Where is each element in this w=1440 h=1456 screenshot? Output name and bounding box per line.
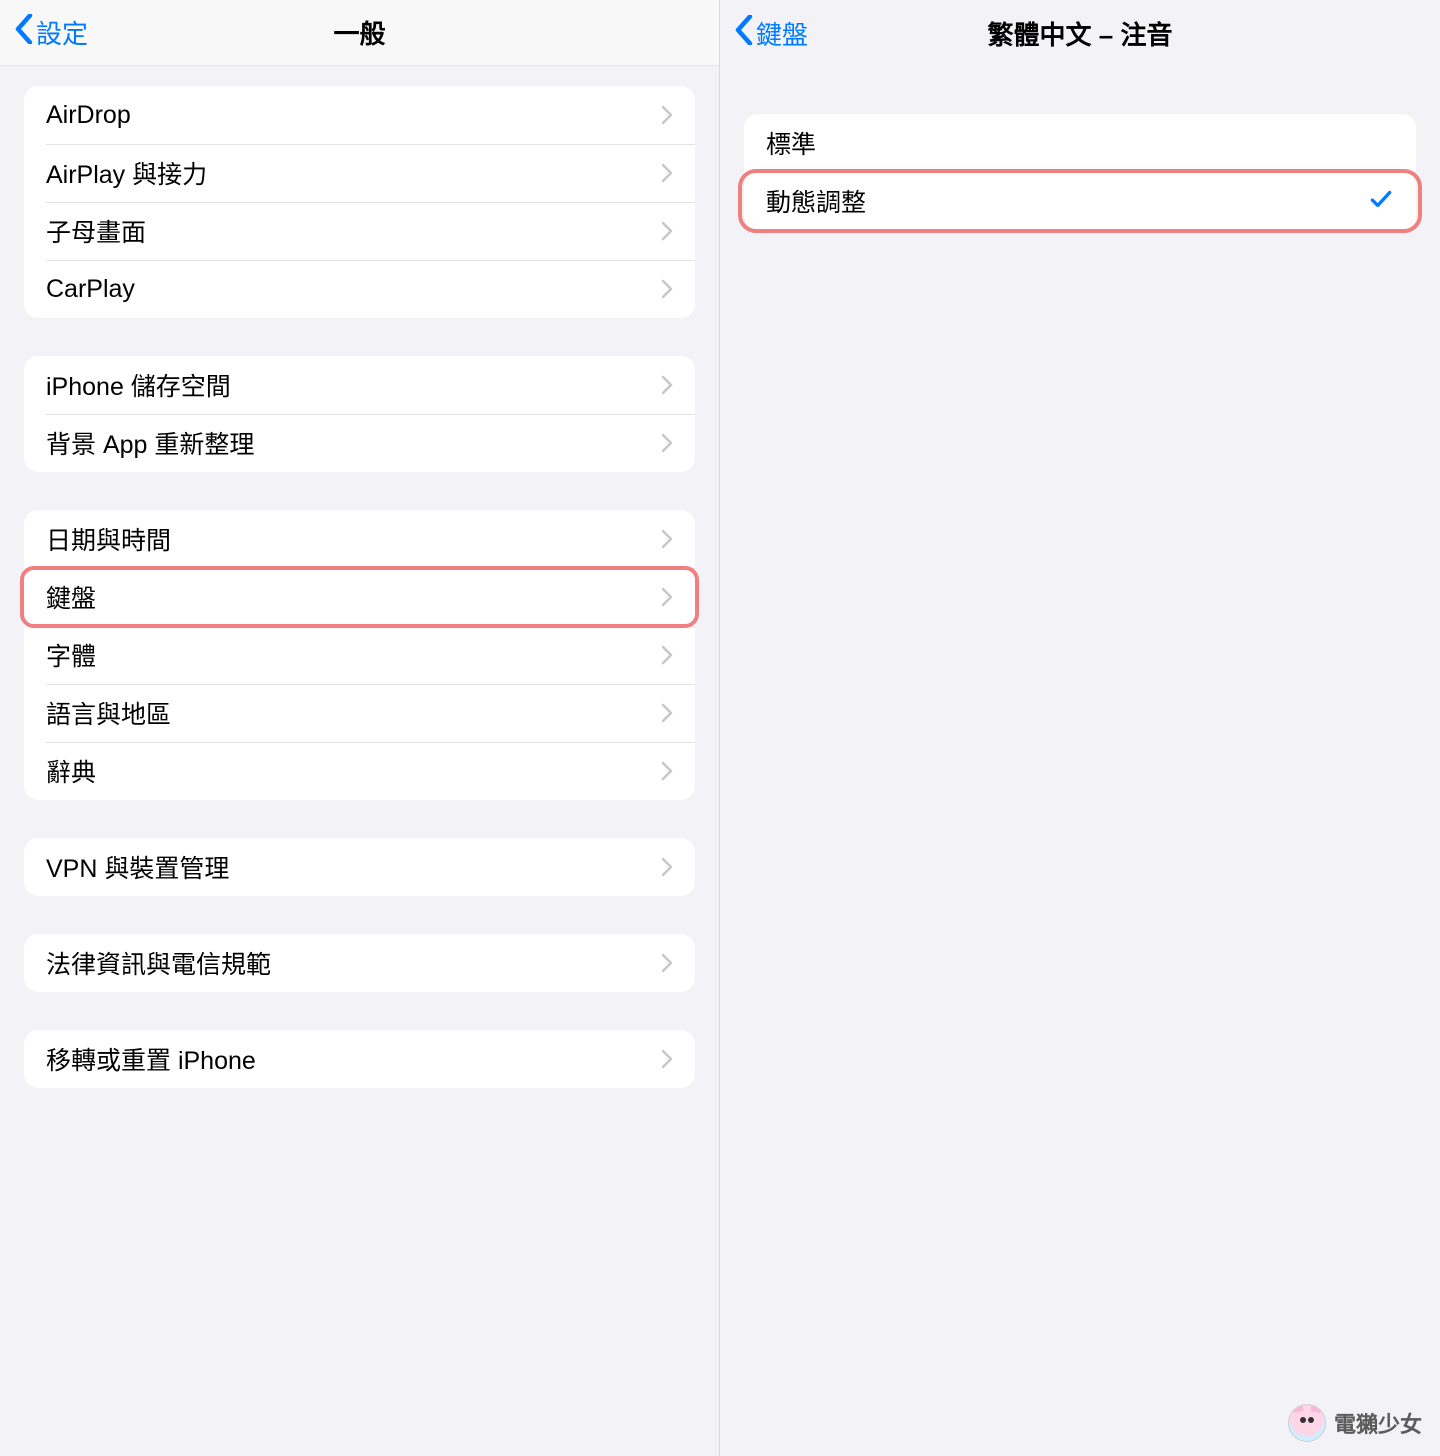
chevron-right-icon <box>661 529 673 549</box>
row-label: VPN 與裝置管理 <box>46 849 229 885</box>
row-transfer-reset[interactable]: 移轉或重置 iPhone <box>24 1030 695 1088</box>
nav-bar-right: 鍵盤 繁體中文 – 注音 <box>720 0 1440 66</box>
chevron-right-icon <box>661 279 673 299</box>
chevron-left-icon <box>734 15 754 52</box>
row-dynamic[interactable]: 動態調整 <box>744 172 1416 230</box>
watermark: 電獺少女 <box>1288 1404 1422 1442</box>
row-label: 字體 <box>46 637 96 673</box>
row-label: 子母畫面 <box>46 213 146 249</box>
chevron-right-icon <box>661 857 673 877</box>
settings-group: AirDrop AirPlay 與接力 子母畫面 CarPlay <box>24 86 695 318</box>
page-title-left: 一般 <box>0 14 719 51</box>
chevron-right-icon <box>661 645 673 665</box>
chevron-right-icon <box>661 703 673 723</box>
row-language-region[interactable]: 語言與地區 <box>24 684 695 742</box>
settings-group: 日期與時間 鍵盤 字體 語言與地區 辭典 <box>24 510 695 800</box>
row-vpn[interactable]: VPN 與裝置管理 <box>24 838 695 896</box>
checkmark-icon <box>1368 186 1394 217</box>
settings-group: 移轉或重置 iPhone <box>24 1030 695 1088</box>
row-standard[interactable]: 標準 <box>744 114 1416 172</box>
row-label: AirPlay 與接力 <box>46 155 207 191</box>
chevron-right-icon <box>661 761 673 781</box>
chevron-right-icon <box>661 163 673 183</box>
row-airdrop[interactable]: AirDrop <box>24 86 695 144</box>
row-dictionary[interactable]: 辭典 <box>24 742 695 800</box>
row-datetime[interactable]: 日期與時間 <box>24 510 695 568</box>
row-label: 法律資訊與電信規範 <box>46 945 271 981</box>
chevron-right-icon <box>661 105 673 125</box>
chevron-right-icon <box>661 433 673 453</box>
chevron-right-icon <box>661 375 673 395</box>
row-fonts[interactable]: 字體 <box>24 626 695 684</box>
settings-group: 法律資訊與電信規範 <box>24 934 695 992</box>
chevron-right-icon <box>661 953 673 973</box>
row-label: iPhone 儲存空間 <box>46 367 231 403</box>
row-pip[interactable]: 子母畫面 <box>24 202 695 260</box>
row-label: CarPlay <box>46 275 135 304</box>
row-label: AirDrop <box>46 101 131 130</box>
row-label: 鍵盤 <box>46 579 96 615</box>
settings-group: VPN 與裝置管理 <box>24 838 695 896</box>
chevron-right-icon <box>661 221 673 241</box>
row-storage[interactable]: iPhone 儲存空間 <box>24 356 695 414</box>
row-legal[interactable]: 法律資訊與電信規範 <box>24 934 695 992</box>
nav-bar-left: 設定 一般 <box>0 0 719 66</box>
settings-group: iPhone 儲存空間 背景 App 重新整理 <box>24 356 695 472</box>
watermark-text: 電獺少女 <box>1334 1407 1422 1439</box>
back-label: 鍵盤 <box>756 15 808 52</box>
row-airplay[interactable]: AirPlay 與接力 <box>24 144 695 202</box>
chevron-right-icon <box>661 587 673 607</box>
row-label: 日期與時間 <box>46 521 171 557</box>
row-label: 辭典 <box>46 753 96 789</box>
row-background-refresh[interactable]: 背景 App 重新整理 <box>24 414 695 472</box>
row-label: 移轉或重置 iPhone <box>46 1041 256 1077</box>
row-label: 語言與地區 <box>46 695 171 731</box>
row-label: 標準 <box>766 125 816 161</box>
row-label: 背景 App 重新整理 <box>46 425 254 461</box>
row-label: 動態調整 <box>766 183 866 219</box>
right-pane: 鍵盤 繁體中文 – 注音 標準 動態調整 電獺少女 <box>720 0 1440 1456</box>
keyboard-option-group: 標準 動態調整 <box>744 114 1416 230</box>
row-keyboard[interactable]: 鍵盤 <box>24 568 695 626</box>
left-pane: 設定 一般 AirDrop AirPlay 與接力 子母畫面 CarPlay i… <box>0 0 720 1456</box>
watermark-avatar-icon <box>1288 1404 1326 1442</box>
chevron-right-icon <box>661 1049 673 1069</box>
chevron-left-icon <box>14 14 34 51</box>
back-button-right[interactable]: 鍵盤 <box>734 15 808 52</box>
page-title-right: 繁體中文 – 注音 <box>720 15 1440 52</box>
back-button-left[interactable]: 設定 <box>14 14 88 51</box>
back-label: 設定 <box>36 14 88 51</box>
row-carplay[interactable]: CarPlay <box>24 260 695 318</box>
